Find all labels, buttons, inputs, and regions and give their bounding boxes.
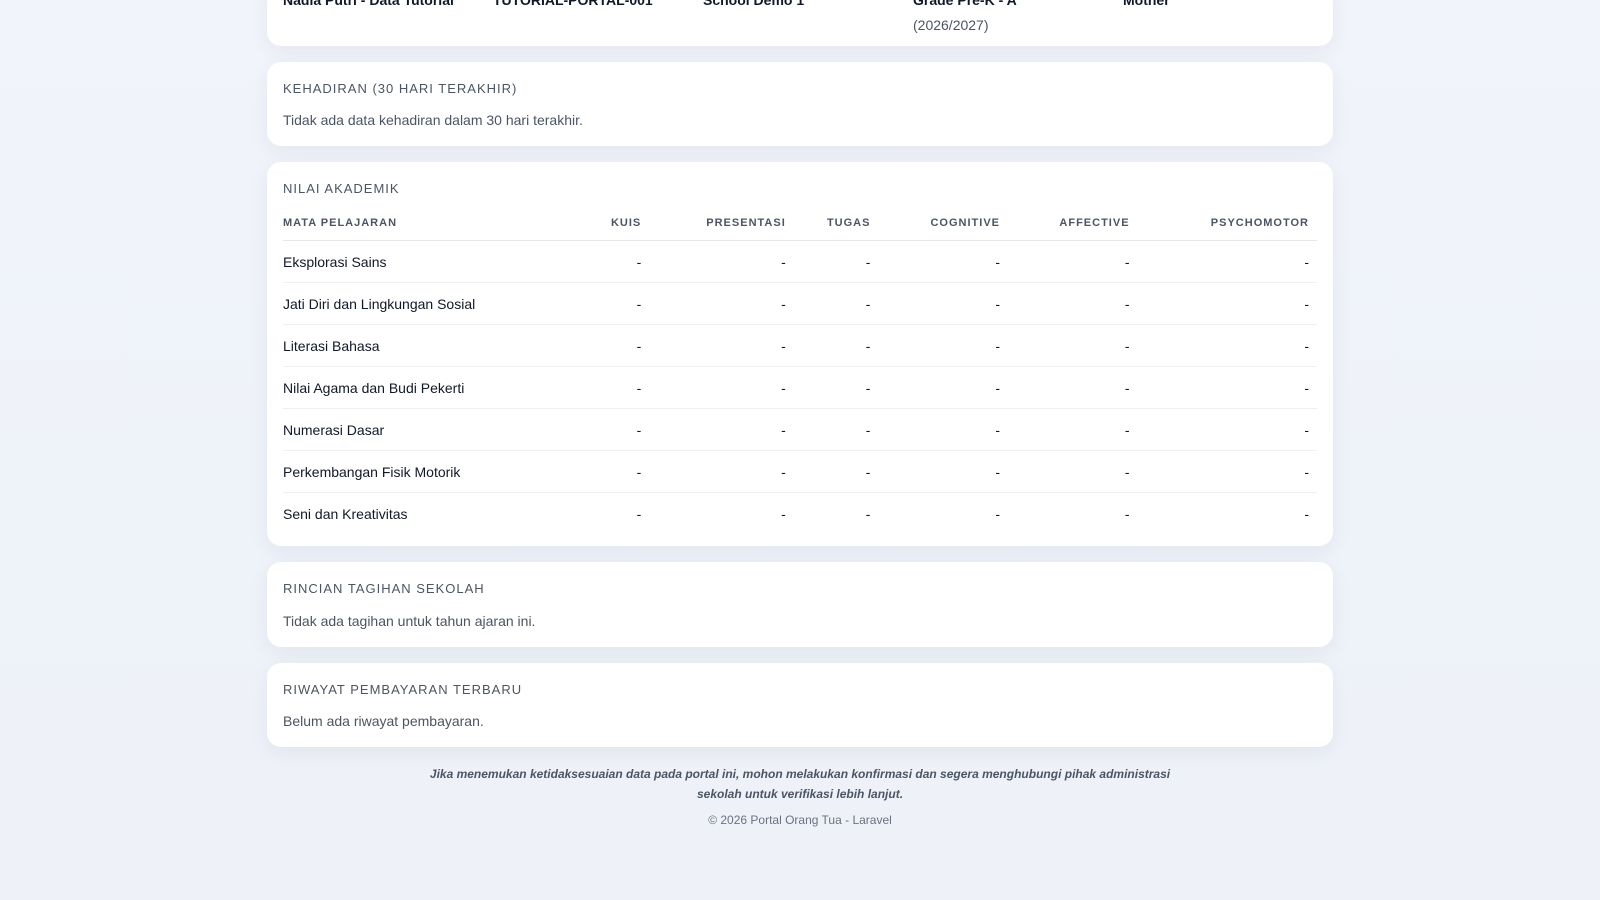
- cell-psychomotor: -: [1304, 505, 1309, 522]
- billing-card: Rincian Tagihan Sekolah Tidak ada tagiha…: [267, 562, 1333, 647]
- cell-psychomotor: -: [1129, 366, 1317, 409]
- cell-presentasi: -: [641, 282, 786, 325]
- cell-cognitive: -: [870, 324, 1000, 367]
- col-header-presentasi: Presentasi: [641, 208, 786, 241]
- cell-subject: Numerasi Dasar: [283, 408, 562, 451]
- cell-cognitive: -: [870, 282, 1000, 325]
- cell-tugas: -: [865, 505, 871, 522]
- cell-affective: -: [1000, 450, 1130, 493]
- table-row: Seni dan Kreativitas - - - - - -: [283, 493, 1317, 535]
- cell-presentasi: -: [641, 240, 786, 283]
- cell-subject: Eksplorasi Sains: [283, 240, 562, 283]
- cell-kuis: -: [561, 324, 642, 367]
- cell-presentasi: -: [781, 505, 786, 522]
- table-row: Numerasi Dasar - - - - - -: [283, 408, 1317, 451]
- cell-tugas: -: [785, 408, 871, 451]
- cell-kuis: -: [561, 408, 642, 451]
- cell-subject: Perkembangan Fisik Motorik: [283, 450, 562, 493]
- payments-empty-text: Belum ada riwayat pembayaran.: [283, 713, 484, 729]
- grades-title: Nilai Akademik: [283, 181, 400, 196]
- cell-cognitive: -: [870, 408, 1000, 451]
- cell-cognitive: -: [870, 366, 1000, 409]
- cell-psychomotor: -: [1129, 450, 1317, 493]
- cell-tugas: -: [785, 450, 871, 493]
- col-header-cognitive: Cognitive: [870, 208, 1000, 241]
- cell-cognitive: -: [870, 240, 1000, 283]
- table-row: Nilai Agama dan Budi Pekerti - - - - - -: [283, 366, 1317, 409]
- billing-empty-text: Tidak ada tagihan untuk tahun ajaran ini…: [283, 613, 536, 629]
- cell-psychomotor: -: [1129, 240, 1317, 283]
- student-name: Nadia Putri - Data Tutorial: [283, 0, 454, 8]
- billing-title: Rincian Tagihan Sekolah: [283, 581, 485, 596]
- cell-tugas: -: [785, 366, 871, 409]
- student-summary-grid: Nadia Putri - Data Tutorial TUTORIAL-POR…: [283, 0, 1323, 46]
- attendance-empty-text: Tidak ada data kehadiran dalam 30 hari t…: [283, 112, 583, 128]
- cell-presentasi: -: [641, 408, 786, 451]
- footer-copyright: © 2026 Portal Orang Tua - Laravel: [708, 813, 892, 827]
- cell-cognitive: -: [870, 450, 1000, 493]
- col-header-kuis: Kuis: [561, 208, 642, 241]
- student-summary-card: Nadia Putri - Data Tutorial TUTORIAL-POR…: [267, 0, 1333, 46]
- footer-disclaimer-text: Jika menemukan ketidaksesuaian data pada…: [429, 767, 1171, 801]
- cell-subject: Jati Diri dan Lingkungan Sosial: [283, 282, 562, 325]
- cell-psychomotor: -: [1129, 324, 1317, 367]
- cell-psychomotor: -: [1129, 282, 1317, 325]
- cell-affective: -: [1000, 366, 1130, 409]
- cell-psychomotor: -: [1129, 408, 1317, 451]
- grades-header-row: Mata Pelajaran Kuis Presentasi Tugas Cog…: [283, 208, 1317, 241]
- grades-card: Nilai Akademik Mata Pelajaran Kuis Prese…: [267, 162, 1333, 546]
- cell-presentasi: -: [641, 450, 786, 493]
- cell-kuis: -: [561, 282, 642, 325]
- cell-kuis: -: [636, 505, 642, 522]
- student-school: School Demo 1: [703, 0, 805, 8]
- payments-card: Riwayat Pembayaran Terbaru Belum ada riw…: [267, 663, 1333, 747]
- cell-affective: -: [1000, 408, 1130, 451]
- cell-affective: -: [1000, 282, 1130, 325]
- parent-relation: Mother: [1123, 0, 1170, 8]
- cell-kuis: -: [561, 450, 642, 493]
- student-school-year: (2026/2027): [913, 17, 989, 33]
- cell-affective: -: [1000, 240, 1130, 283]
- table-row: Perkembangan Fisik Motorik - - - - - -: [283, 450, 1317, 493]
- col-header-subject: Mata Pelajaran: [283, 208, 562, 241]
- attendance-title: Kehadiran (30 Hari Terakhir): [283, 81, 518, 96]
- student-id: TUTORIAL-PORTAL-001: [493, 0, 653, 8]
- cell-kuis: -: [561, 240, 642, 283]
- cell-cognitive: -: [995, 505, 1000, 522]
- cell-presentasi: -: [641, 366, 786, 409]
- cell-affective: -: [1124, 505, 1130, 522]
- col-header-tugas: Tugas: [785, 208, 871, 241]
- cell-tugas: -: [785, 282, 871, 325]
- payments-title: Riwayat Pembayaran Terbaru: [283, 682, 523, 697]
- cell-subject: Literasi Bahasa: [283, 324, 562, 367]
- footer-disclaimer: Jika menemukan ketidaksesuaian data pada…: [267, 764, 1333, 804]
- student-grade: Grade Pre-K - A: [913, 0, 1017, 8]
- cell-tugas: -: [785, 324, 871, 367]
- table-row: Eksplorasi Sains - - - - - -: [283, 240, 1317, 283]
- table-row: Literasi Bahasa - - - - - -: [283, 324, 1317, 367]
- grades-table: Mata Pelajaran Kuis Presentasi Tugas Cog…: [283, 208, 1317, 534]
- page: Nadia Putri - Data Tutorial TUTORIAL-POR…: [0, 0, 1600, 900]
- cell-affective: -: [1000, 324, 1130, 367]
- table-row: Jati Diri dan Lingkungan Sosial - - - - …: [283, 282, 1317, 325]
- attendance-card: Kehadiran (30 Hari Terakhir) Tidak ada d…: [267, 62, 1333, 146]
- col-header-psychomotor: Psychomotor: [1129, 208, 1317, 241]
- cell-tugas: -: [785, 240, 871, 283]
- cell-presentasi: -: [641, 324, 786, 367]
- cell-kuis: -: [561, 366, 642, 409]
- col-header-affective: Affective: [1000, 208, 1130, 241]
- cell-subject: Seni dan Kreativitas: [283, 505, 408, 522]
- cell-subject: Nilai Agama dan Budi Pekerti: [283, 366, 562, 409]
